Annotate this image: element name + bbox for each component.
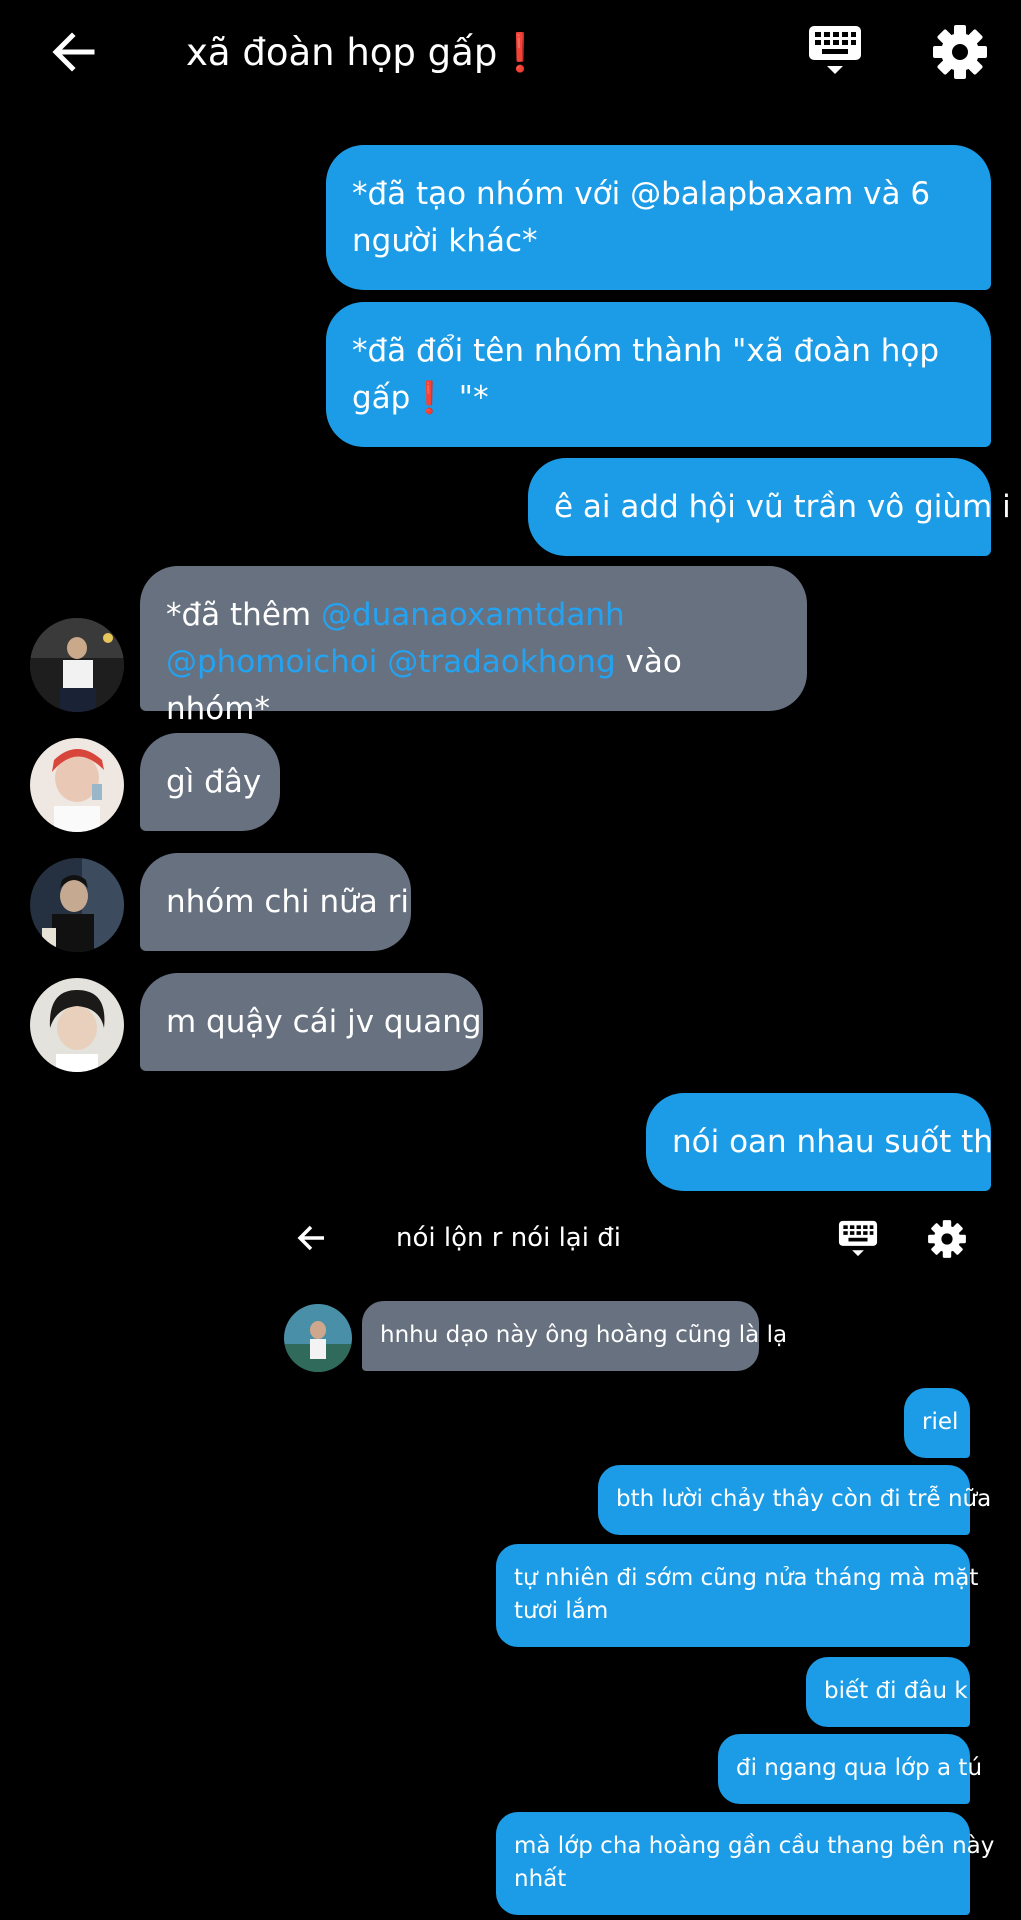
message-text: *đã đổi tên nhóm thành "xã đoàn họp gấp❗… — [352, 333, 940, 416]
message-text: đi ngang qua lớp a tú — [736, 1755, 983, 1781]
message-text: hnhu dạo này ông hoàng cũng là lạ — [380, 1322, 788, 1348]
keyboard-button[interactable] — [805, 22, 865, 82]
arrow-left-icon — [297, 1225, 324, 1251]
message-bubble-sent[interactable]: biết đi đâu k — [806, 1657, 970, 1727]
message-bubble-sent[interactable]: mà lớp cha hoàng gần cầu thang bên này n… — [496, 1812, 994, 1915]
settings-button[interactable] — [930, 22, 990, 82]
message-bubble-received[interactable]: nhóm chi nữa ri — [140, 853, 411, 951]
message-text: tự nhiên đi sớm cũng nửa tháng mà mặt — [514, 1565, 979, 1591]
message-text: mà lớp cha hoàng gần cầu thang bên này — [514, 1833, 995, 1859]
keyboard-icon — [809, 26, 861, 74]
mention-link[interactable]: @tradaokhong — [387, 644, 615, 680]
avatar[interactable] — [284, 1304, 352, 1372]
message-text: *đã thêm — [166, 597, 321, 633]
avatar[interactable] — [30, 618, 124, 712]
message-text: nhất — [514, 1866, 567, 1892]
avatar[interactable] — [30, 978, 124, 1072]
message-text: tươi lắm — [514, 1598, 609, 1624]
mention-link[interactable]: @duanaoxamtdanh — [321, 597, 625, 633]
message-bubble-sent[interactable]: nói oan nhau suốt th — [646, 1093, 993, 1191]
chat-title: xã đoàn họp gấp❗ — [186, 31, 544, 74]
message-text: *đã tạo nhóm với @balapbaxam và 6 người … — [352, 176, 931, 259]
message-bubble-sent[interactable]: ê ai add hội vũ trần vô giùm i — [528, 458, 1011, 556]
message-bubble-sent[interactable]: tự nhiên đi sớm cũng nửa tháng mà mặt tư… — [496, 1544, 978, 1647]
keyboard-button[interactable] — [836, 1218, 880, 1262]
gear-icon — [933, 25, 987, 79]
chat-header: xã đoàn họp gấp❗ — [0, 0, 1021, 110]
back-button[interactable] — [292, 1218, 332, 1258]
message-bubble-received[interactable]: gì đây — [140, 733, 280, 831]
embedded-chat-title: nói lộn r nói lại đi — [396, 1223, 621, 1253]
keyboard-icon — [838, 1220, 878, 1257]
message-bubble-received[interactable]: m quậy cái jv quang — [140, 973, 483, 1071]
gear-icon — [928, 1220, 966, 1258]
message-text: m quậy cái jv quang — [166, 1004, 482, 1040]
message-text: riel — [922, 1409, 959, 1435]
message-bubble-sent[interactable]: bth lười chảy thây còn đi trễ nữa — [598, 1465, 991, 1535]
message-text: nói oan nhau suốt th — [672, 1124, 993, 1160]
message-bubble-sent[interactable]: *đã đổi tên nhóm thành "xã đoàn họp gấp❗… — [326, 302, 991, 447]
message-text: gì đây — [166, 764, 262, 800]
message-text: ê ai add hội vũ trần vô giùm i — [554, 489, 1011, 525]
avatar[interactable] — [30, 738, 124, 832]
message-text: bth lười chảy thây còn đi trễ nữa — [616, 1486, 992, 1512]
back-button[interactable] — [44, 22, 104, 82]
message-text: biết đi đâu k — [824, 1678, 968, 1704]
arrow-left-icon — [52, 32, 95, 72]
message-bubble-sent[interactable]: đi ngang qua lớp a tú — [718, 1734, 982, 1804]
message-text: nhóm chi nữa ri — [166, 884, 409, 920]
message-bubble-sent[interactable]: riel — [904, 1388, 970, 1458]
message-bubble-sent[interactable]: *đã tạo nhóm với @balapbaxam và 6 người … — [326, 145, 991, 290]
settings-button[interactable] — [926, 1218, 968, 1260]
avatar[interactable] — [30, 858, 124, 952]
embedded-chat-header: nói lộn r nói lại đi — [280, 1210, 980, 1270]
message-bubble-received[interactable]: *đã thêm @duanaoxamtdanh @phomoichoi @tr… — [140, 566, 807, 727]
mention-link[interactable]: @phomoichoi — [166, 644, 377, 680]
message-bubble-received[interactable]: hnhu dạo này ông hoàng cũng là lạ — [362, 1301, 787, 1371]
